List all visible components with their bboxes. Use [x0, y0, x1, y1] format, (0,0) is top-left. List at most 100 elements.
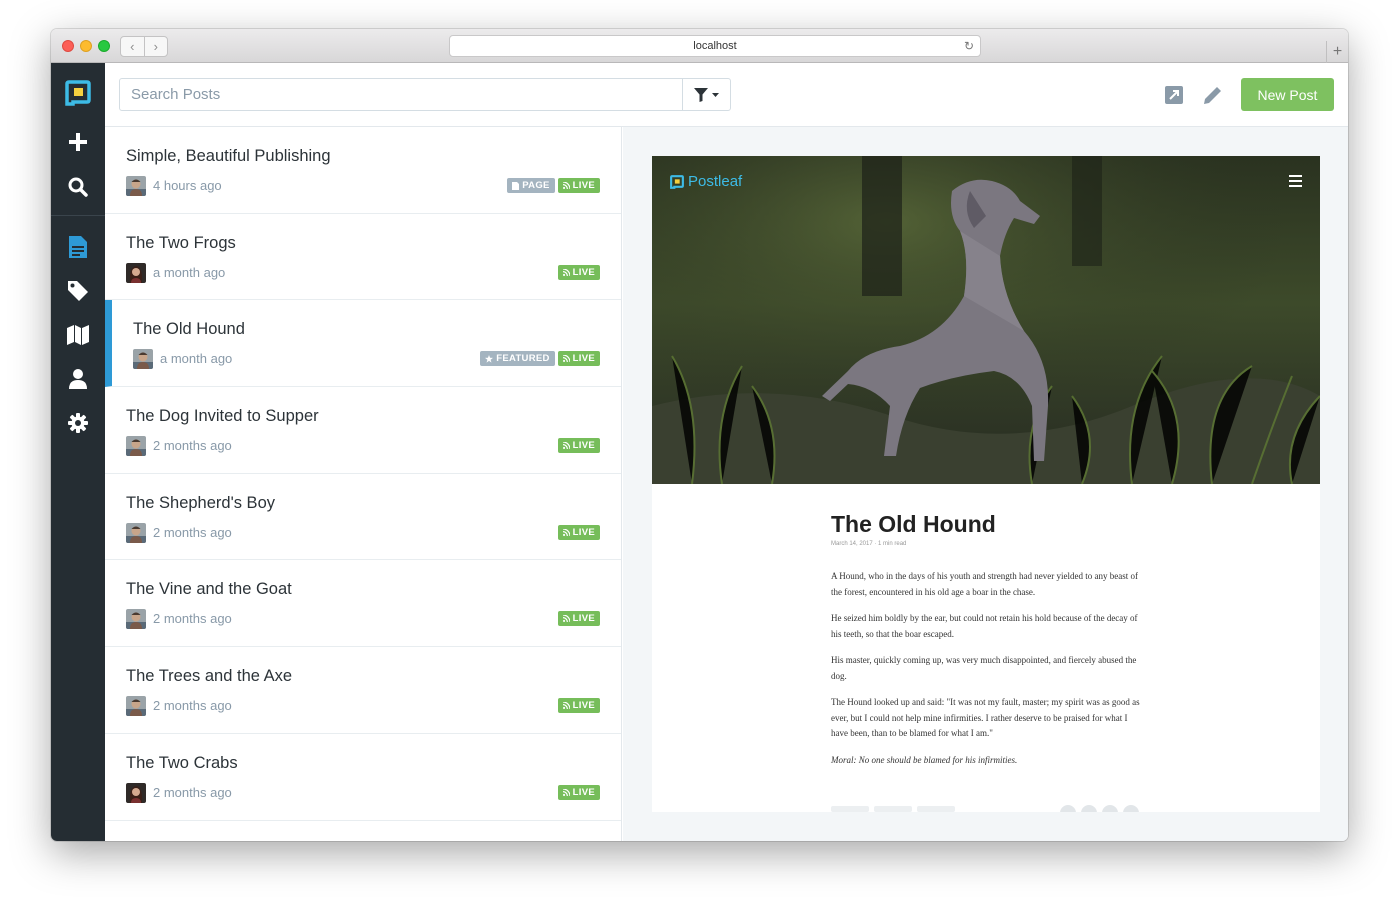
post-title: The Vine and the Goat [126, 580, 292, 599]
post-list-item[interactable]: The Dog Invited to Supper 2 months ago L… [105, 387, 621, 474]
rss-icon [562, 182, 570, 189]
author-avatar [126, 696, 146, 717]
badge-label: LIVE [572, 700, 595, 712]
user-icon [69, 369, 87, 389]
caret-down-icon [712, 92, 719, 97]
badge-label: LIVE [572, 180, 595, 191]
search-icon [68, 177, 88, 197]
post-list-item[interactable]: Simple, Beautiful Publishing 4 hours ago… [105, 127, 621, 214]
menu-icon[interactable] [1289, 175, 1302, 190]
article-paragraph: His master, quickly coming up, was very … [831, 655, 1137, 681]
file-icon [512, 181, 520, 190]
rss-icon [562, 702, 570, 710]
post-timestamp: 2 months ago [153, 438, 232, 454]
back-button[interactable]: ‹ [121, 37, 145, 56]
close-window-button[interactable] [62, 40, 74, 52]
plus-icon: + [1332, 43, 1343, 60]
post-title: The Old Hound [133, 320, 245, 339]
post-list-item[interactable]: The Two Frogs a month ago LIVE [105, 214, 621, 301]
badge-label: FEATURED [496, 353, 550, 365]
external-link-icon [1165, 86, 1183, 104]
post-list: Simple, Beautiful Publishing 4 hours ago… [105, 127, 622, 841]
logo-icon [65, 80, 91, 106]
filter-icon [694, 87, 708, 102]
post-preview: Postleaf The Old Hound March 14, 2017 · … [652, 156, 1320, 812]
search-posts-input[interactable] [119, 78, 683, 111]
post-title: The Trees and the Axe [126, 667, 293, 686]
page-badge: PAGE [507, 178, 555, 193]
live-badge: LIVE [557, 178, 600, 193]
post-timestamp: 2 months ago [153, 524, 232, 540]
zoom-window-button[interactable] [98, 40, 110, 52]
rss-icon [562, 615, 570, 623]
logo-icon [670, 174, 684, 189]
post-list-item[interactable]: The Old Hound a month ago FEATURED LIVE [105, 300, 621, 388]
badge-label: LIVE [572, 613, 595, 625]
preview-brand: Postleaf [669, 173, 742, 190]
post-badges: LIVE [557, 524, 600, 540]
badge-label: LIVE [572, 440, 595, 452]
browser-titlebar: ‹ › localhost ↻ + [51, 29, 1348, 63]
hero-image: Postleaf [652, 156, 1320, 484]
live-badge: LIVE [557, 611, 600, 627]
posts-toolbar: New Post [105, 63, 1348, 127]
post-badges: LIVE [557, 438, 600, 454]
sidebar-item-navigation[interactable] [51, 319, 105, 351]
article-tags [831, 806, 955, 812]
live-badge: LIVE [557, 438, 600, 454]
pencil-icon [1204, 87, 1221, 104]
url-text: localhost [693, 40, 737, 52]
map-icon [67, 325, 89, 345]
featured-badge: FEATURED [480, 351, 555, 367]
badge-label: LIVE [572, 266, 595, 278]
live-badge: LIVE [557, 524, 600, 540]
post-title: The Two Crabs [126, 753, 238, 772]
post-badges: FEATURED LIVE [480, 351, 600, 367]
live-badge: LIVE [557, 351, 600, 367]
open-post-button[interactable] [1164, 85, 1184, 105]
post-list-item[interactable]: The Two Crabs 2 months ago LIVE [105, 734, 621, 821]
reload-icon[interactable]: ↻ [964, 39, 974, 53]
article-paragraph: A Hound, who in the days of his youth an… [831, 571, 1138, 597]
sidebar-item-users[interactable] [51, 363, 105, 395]
forward-button[interactable]: › [145, 37, 168, 56]
article-paragraph: The Hound looked up and said: "It was no… [831, 697, 1140, 738]
author-avatar [133, 349, 153, 370]
post-timestamp: a month ago [153, 264, 226, 280]
sidebar-item-tags[interactable] [51, 275, 105, 307]
rss-icon [562, 788, 570, 796]
new-post-button[interactable]: New Post [1241, 78, 1334, 111]
sidebar-item-search[interactable] [51, 171, 105, 203]
article-title: The Old Hound [831, 511, 996, 537]
document-icon [69, 236, 87, 258]
chevron-left-icon: ‹ [130, 39, 135, 54]
badge-label: PAGE [522, 180, 550, 191]
sidebar-item-posts[interactable] [51, 231, 105, 263]
filter-dropdown-button[interactable] [682, 78, 731, 111]
post-timestamp: 4 hours ago [153, 178, 222, 193]
sidebar-item-settings[interactable] [51, 407, 105, 439]
author-avatar [126, 262, 146, 283]
browser-window: ‹ › localhost ↻ + Search Posts New Post … [51, 29, 1348, 841]
minimize-window-button[interactable] [80, 40, 92, 52]
badge-label: LIVE [572, 353, 595, 365]
post-list-item[interactable]: The Shepherd's Boy 2 months ago LIVE [105, 474, 621, 561]
rss-icon [562, 442, 570, 450]
post-list-item[interactable]: The Vine and the Goat 2 months ago LIVE [105, 560, 621, 648]
post-list-item[interactable]: The Trees and the Axe 2 months ago LIVE [105, 647, 621, 734]
new-tab-button[interactable]: + [1326, 41, 1348, 63]
article-body: The Old Hound March 14, 2017 · 1 min rea… [831, 511, 1141, 768]
post-badges: PAGE LIVE [507, 178, 600, 193]
post-title: Simple, Beautiful Publishing [126, 147, 331, 165]
article-meta: March 14, 2017 · 1 min read [831, 541, 907, 547]
post-timestamp: a month ago [160, 351, 233, 367]
live-badge: LIVE [557, 784, 600, 800]
sidebar-item-logo[interactable] [51, 77, 105, 109]
author-avatar [126, 782, 146, 803]
post-timestamp: 2 months ago [153, 698, 232, 714]
edit-post-button[interactable] [1203, 85, 1223, 105]
rss-icon [562, 528, 570, 536]
address-bar[interactable]: localhost ↻ [449, 35, 981, 57]
sidebar-item-new-post[interactable] [51, 126, 105, 158]
article-moral: Moral: No one should be blamed for his i… [831, 754, 1018, 765]
